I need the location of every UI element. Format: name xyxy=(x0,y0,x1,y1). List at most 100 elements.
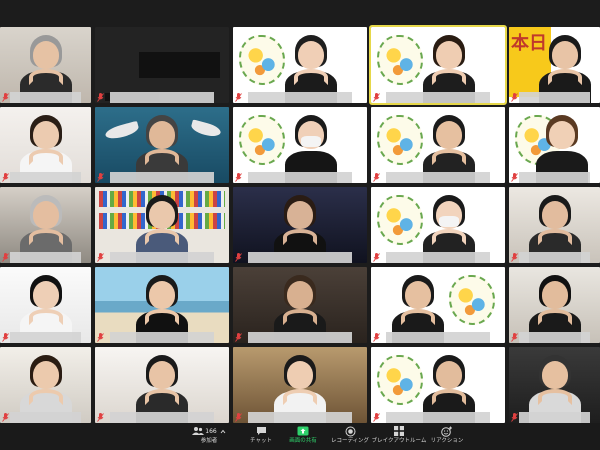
participant-face xyxy=(149,361,175,389)
video-tile[interactable] xyxy=(95,267,229,343)
event-logo xyxy=(377,115,423,165)
name-tag xyxy=(10,332,81,343)
participant-face xyxy=(404,281,431,309)
name-tag xyxy=(247,412,353,423)
muted-mic-icon xyxy=(97,333,104,342)
heart-hands xyxy=(145,309,179,325)
participant-face xyxy=(32,121,59,149)
participant-face xyxy=(32,281,59,309)
video-tile[interactable] xyxy=(371,107,505,183)
name-tag xyxy=(519,332,590,343)
name-tag xyxy=(109,412,215,423)
participants-count: 166 xyxy=(205,427,217,435)
muted-mic-icon xyxy=(97,253,104,262)
event-logo xyxy=(377,35,423,85)
name-tag xyxy=(247,252,353,263)
breakout-rooms-button[interactable]: ブレイクアウトルーム xyxy=(372,425,426,449)
video-tile[interactable] xyxy=(509,267,600,343)
muted-mic-icon xyxy=(2,173,9,182)
muted-mic-icon xyxy=(373,253,380,262)
video-tile[interactable] xyxy=(509,347,600,423)
chat-button[interactable]: チャット xyxy=(248,425,274,449)
share-screen-icon xyxy=(297,426,309,436)
name-tag xyxy=(247,92,353,103)
video-tile[interactable] xyxy=(0,347,91,423)
face-mask xyxy=(438,216,459,227)
share-screen-button[interactable]: 画面の共有 xyxy=(285,425,321,449)
heart-hands xyxy=(283,309,317,325)
name-tag xyxy=(247,172,353,183)
heart-hands xyxy=(431,229,466,245)
heart-hands xyxy=(548,69,583,85)
name-tag xyxy=(109,92,215,103)
muted-mic-icon xyxy=(97,413,104,422)
name-tag xyxy=(385,172,491,183)
video-tile[interactable] xyxy=(95,27,229,103)
reactions-button[interactable]: リアクション xyxy=(430,425,464,449)
muted-mic-icon xyxy=(2,413,9,422)
muted-mic-icon xyxy=(235,333,242,342)
video-tile[interactable] xyxy=(233,27,367,103)
name-tag xyxy=(10,252,81,263)
heart-hands xyxy=(28,149,63,165)
name-tag xyxy=(109,252,215,263)
event-logo xyxy=(239,115,285,165)
video-tile[interactable]: 本日 xyxy=(509,27,600,103)
heart-hands xyxy=(431,69,466,85)
participant-face xyxy=(541,201,568,229)
event-logo xyxy=(239,35,285,85)
heart-hands xyxy=(145,389,179,405)
video-tile[interactable] xyxy=(509,187,600,263)
video-tile[interactable] xyxy=(233,347,367,423)
video-tile[interactable] xyxy=(233,107,367,183)
muted-mic-icon xyxy=(511,413,518,422)
participant-face xyxy=(32,41,59,69)
face-mask xyxy=(300,136,321,147)
meeting-toolbar: 166 参加者 チャット 画面の共有 レコーディング ブレイクアウトルーム リア… xyxy=(0,423,600,450)
heart-hands xyxy=(400,309,435,325)
name-tag xyxy=(385,92,491,103)
video-tile[interactable] xyxy=(233,267,367,343)
video-tile[interactable] xyxy=(95,347,229,423)
heart-hands xyxy=(283,389,317,405)
participant-face xyxy=(287,201,313,229)
video-tile[interactable] xyxy=(371,187,505,263)
muted-mic-icon xyxy=(511,93,518,102)
name-tag xyxy=(385,252,491,263)
muted-mic-icon xyxy=(97,173,104,182)
name-tag xyxy=(10,92,81,103)
share-screen-label: 画面の共有 xyxy=(289,438,317,444)
heart-hands xyxy=(28,309,63,325)
participant-face xyxy=(435,121,462,149)
video-tile[interactable] xyxy=(0,187,91,263)
participants-label: 参加者 xyxy=(200,438,218,444)
video-tile[interactable] xyxy=(233,187,367,263)
video-tile[interactable] xyxy=(371,347,505,423)
video-tile[interactable] xyxy=(95,187,229,263)
heart-hands xyxy=(283,229,317,245)
video-tile[interactable] xyxy=(0,107,91,183)
participant-face xyxy=(541,281,568,309)
participant-face xyxy=(32,361,59,389)
participant-face xyxy=(287,361,313,389)
video-tile[interactable] xyxy=(509,107,600,183)
video-tile[interactable] xyxy=(0,27,91,103)
heart-hands xyxy=(537,229,572,245)
video-tile[interactable] xyxy=(369,25,507,105)
muted-mic-icon xyxy=(2,333,9,342)
recording-button[interactable]: レコーディング xyxy=(330,425,370,449)
participant-face xyxy=(149,201,175,229)
video-tile[interactable] xyxy=(371,267,505,343)
heart-hands xyxy=(537,309,572,325)
muted-mic-icon xyxy=(2,93,9,102)
name-tag xyxy=(385,412,491,423)
participants-button[interactable]: 166 参加者 xyxy=(192,425,226,449)
muted-mic-icon xyxy=(97,93,104,102)
record-icon xyxy=(345,426,355,436)
participant-face xyxy=(435,41,462,69)
muted-mic-icon xyxy=(235,173,242,182)
video-tile[interactable] xyxy=(0,267,91,343)
video-tile[interactable] xyxy=(95,107,229,183)
name-tag xyxy=(109,172,215,183)
breakout-rooms-icon xyxy=(394,426,404,436)
